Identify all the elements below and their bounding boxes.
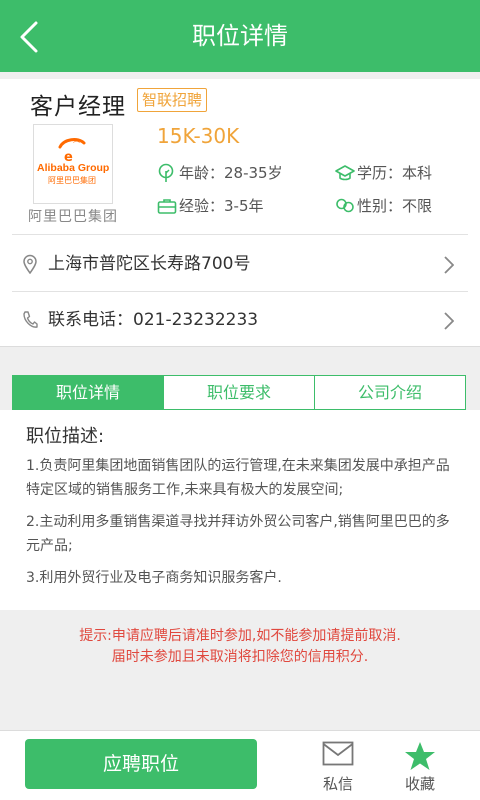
address-row[interactable]: 上海市普陀区长寿路700号: [0, 236, 480, 292]
description-item: 2.主动利用多重销售渠道寻找并拜访外贸公司客户,销售阿里巴巴的多元产品;: [26, 514, 450, 554]
phone-icon: [23, 311, 38, 328]
apply-button[interactable]: 应聘职位: [25, 739, 257, 789]
notice-line: 提示:申请应聘后请准时参加,如不能参加请提前取消.: [79, 628, 401, 644]
experience-text: 经验：3-5年: [179, 197, 264, 215]
chevron-right-icon: [444, 256, 454, 274]
svg-text:Alibaba Group: Alibaba Group: [37, 162, 109, 174]
notice-line: 届时未参加且未取消将扣除您的信用积分.: [111, 649, 369, 665]
star-icon: [405, 742, 435, 770]
job-description-panel: 职位描述: 1.负责阿里集团地面销售团队的运行管理,在未来集团发展中承担产品特定…: [0, 410, 480, 610]
gender-text: 性别：不限: [357, 197, 433, 215]
age-icon: [158, 163, 174, 182]
tab-job-details[interactable]: 职位详情: [13, 376, 164, 409]
description-item: 3.利用外贸行业及电子商务知识服务客户.: [26, 570, 282, 586]
job-info-card: 客户经理 智联招聘 e ⌒ Alibaba Group 阿里巴巴集团 阿里巴巴集…: [0, 79, 480, 347]
education-text: 学历：本科: [357, 164, 433, 182]
source-badge: 智联招聘: [137, 88, 208, 112]
education-icon: [335, 165, 355, 181]
description-title: 职位描述:: [26, 426, 105, 447]
message-label: 私信: [322, 775, 353, 793]
tab-company-intro[interactable]: 公司介绍: [315, 376, 465, 409]
phone-text: 联系电话：021-23232233: [48, 310, 259, 330]
page-title: 职位详情: [192, 22, 288, 50]
svg-text:⌒: ⌒: [73, 141, 80, 149]
header-bar: 职位详情: [0, 0, 480, 72]
chevron-right-icon: [444, 312, 454, 330]
job-title: 客户经理: [30, 94, 126, 120]
experience-icon: [157, 199, 177, 214]
svg-text:阿里巴巴集团: 阿里巴巴集团: [48, 175, 96, 185]
notice-text: 提示:申请应聘后请准时参加,如不能参加请提前取消. 届时未参加且未取消将扣除您的…: [0, 626, 480, 668]
location-icon: [23, 254, 37, 274]
salary-range: 15K-30K: [157, 124, 240, 148]
address-text: 上海市普陀区长寿路700号: [48, 254, 251, 274]
gender-icon: [336, 198, 354, 213]
divider: [12, 234, 468, 235]
favorite-button[interactable]: 收藏: [390, 739, 450, 795]
back-button[interactable]: [0, 0, 64, 72]
phone-row[interactable]: 联系电话：021-23232233: [0, 292, 480, 348]
company-name: 阿里巴巴集团: [28, 209, 118, 225]
message-button[interactable]: 私信: [308, 739, 368, 795]
alibaba-logo-icon: e ⌒ Alibaba Group 阿里巴巴集团: [37, 138, 109, 185]
bottom-action-bar: 应聘职位 私信 收藏: [0, 730, 480, 800]
favorite-label: 收藏: [404, 775, 435, 793]
age-text: 年龄：28-35岁: [179, 164, 283, 182]
company-logo: e ⌒ Alibaba Group 阿里巴巴集团: [33, 124, 113, 204]
tab-job-requirements[interactable]: 职位要求: [164, 376, 315, 409]
detail-tabs: 职位详情 职位要求 公司介绍: [12, 375, 466, 410]
back-arrow-icon: [20, 21, 38, 53]
description-item: 1.负责阿里集团地面销售团队的运行管理,在未来集团发展中承担产品特定区域的销售服…: [26, 458, 450, 498]
message-icon: [322, 741, 354, 766]
